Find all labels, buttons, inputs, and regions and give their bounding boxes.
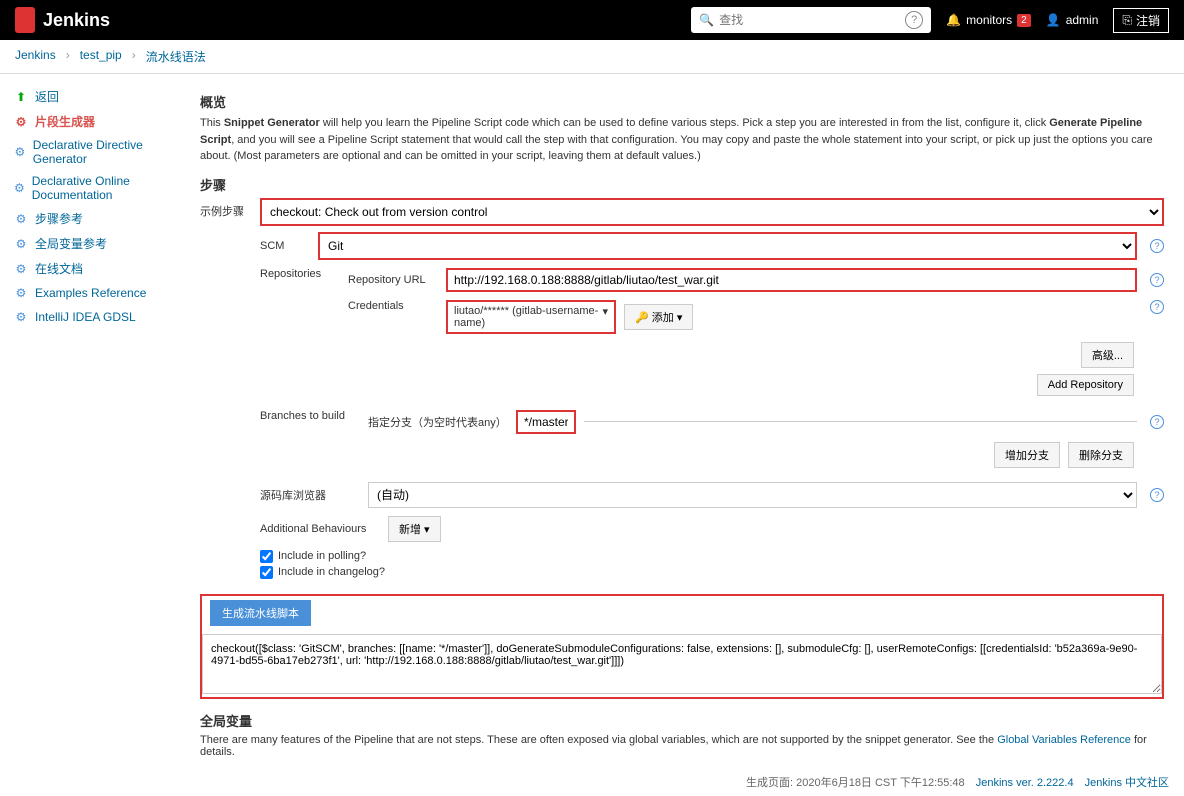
additional-behaviours-button[interactable]: 新增 ▾ (388, 516, 441, 542)
footer-version-link[interactable]: Jenkins ver. 2.222.4 (976, 777, 1074, 789)
gear-icon: ⚙ (13, 285, 29, 301)
search-box[interactable]: 🔍 ? (691, 7, 931, 33)
additional-label: Additional Behaviours (260, 523, 380, 535)
sidebar-item-gdsl[interactable]: ⚙ IntelliJ IDEA GDSL (5, 305, 185, 329)
search-help-icon[interactable]: ? (905, 11, 923, 29)
repo-browser-select[interactable]: (自动) (368, 482, 1137, 508)
script-section: 生成流水线脚本 checkout([$class: 'GitSCM', bran… (200, 594, 1164, 699)
repo-url-label: Repository URL (348, 274, 438, 286)
breadcrumb-item[interactable]: Jenkins (15, 48, 56, 65)
scm-label: SCM (260, 240, 310, 252)
search-input[interactable] (719, 13, 900, 27)
search-icon: 🔍 (699, 13, 714, 27)
arrow-up-icon: ⬆ (13, 89, 29, 105)
sidebar-item-directive[interactable]: ⚙ Declarative Directive Generator (5, 134, 185, 170)
branch-input[interactable] (516, 410, 576, 434)
sidebar-item-declarative-docs[interactable]: ⚙ Declarative Online Documentation (5, 170, 185, 206)
add-repository-button[interactable]: Add Repository (1037, 374, 1134, 396)
global-vars-link[interactable]: Global Variables Reference (997, 734, 1131, 746)
sample-step-select[interactable]: checkout: Check out from version control (260, 198, 1164, 226)
brand[interactable]: Jenkins (15, 7, 110, 33)
user-icon: 👤 (1046, 13, 1061, 27)
global-vars-text: There are many features of the Pipeline … (200, 734, 1164, 758)
footer-community-link[interactable]: Jenkins 中文社区 (1085, 777, 1169, 789)
repositories-label: Repositories (260, 268, 340, 280)
gear-icon: ⚙ (13, 180, 26, 196)
branch-spec-label: 指定分支（为空时代表any） (368, 414, 508, 430)
help-icon[interactable]: ? (1150, 300, 1164, 314)
credentials-label: Credentials (348, 300, 438, 312)
footer: 生成页面: 2020年6月18日 CST 下午12:55:48 Jenkins … (0, 768, 1184, 796)
include-polling-checkbox[interactable] (260, 550, 273, 563)
include-changelog-label: Include in changelog? (278, 566, 385, 578)
footer-timestamp: 生成页面: 2020年6月18日 CST 下午12:55:48 (746, 777, 965, 789)
scm-select[interactable]: Git (318, 232, 1137, 260)
sidebar-item-snippet[interactable]: ⚙ 片段生成器 (5, 109, 185, 134)
sidebar-item-global-vars[interactable]: ⚙ 全局变量参考 (5, 231, 185, 256)
gear-icon: ⚙ (13, 236, 29, 252)
user-link[interactable]: 👤 admin (1046, 13, 1099, 27)
main-content: 概览 This Snippet Generator will help you … (190, 74, 1184, 768)
advanced-button[interactable]: 高级... (1081, 342, 1134, 368)
sidebar-item-online-docs[interactable]: ⚙ 在线文档 (5, 256, 185, 281)
breadcrumb: Jenkins › test_pip › 流水线语法 (0, 40, 1184, 74)
gear-icon: ⚙ (13, 114, 29, 130)
help-icon[interactable]: ? (1150, 415, 1164, 429)
jenkins-logo-icon (15, 7, 35, 33)
sidebar-item-steps-ref[interactable]: ⚙ 步骤参考 (5, 206, 185, 231)
repo-browser-label: 源码库浏览器 (260, 487, 360, 503)
branches-label: Branches to build (260, 410, 360, 422)
intro-text: This Snippet Generator will help you lea… (200, 115, 1164, 165)
top-navbar: Jenkins 🔍 ? 🔔 monitors 2 👤 admin ⎘ 注销 (0, 0, 1184, 40)
include-changelog-checkbox[interactable] (260, 566, 273, 579)
monitors-badge: 2 (1017, 14, 1031, 27)
help-icon[interactable]: ? (1150, 239, 1164, 253)
add-branch-button[interactable]: 增加分支 (994, 442, 1060, 468)
sidebar-item-back[interactable]: ⬆ 返回 (5, 84, 185, 109)
gear-icon: ⚙ (13, 261, 29, 277)
chevron-down-icon: ▾ (602, 305, 608, 329)
gear-icon: ⚙ (13, 309, 29, 325)
credentials-select[interactable]: liutao/****** (gitlab-username-name)▾ (446, 300, 616, 334)
help-icon[interactable]: ? (1150, 488, 1164, 502)
bell-icon: 🔔 (946, 13, 961, 27)
include-polling-label: Include in polling? (278, 550, 366, 562)
delete-branch-button[interactable]: 删除分支 (1068, 442, 1134, 468)
breadcrumb-item[interactable]: test_pip (80, 48, 122, 65)
sidebar-item-examples[interactable]: ⚙ Examples Reference (5, 281, 185, 305)
logout-icon: ⎘ (1122, 13, 1132, 28)
gear-icon: ⚙ (13, 144, 27, 160)
script-output[interactable]: checkout([$class: 'GitSCM', branches: [[… (202, 634, 1162, 694)
monitors-link[interactable]: 🔔 monitors 2 (946, 13, 1031, 27)
help-icon[interactable]: ? (1150, 273, 1164, 287)
add-credentials-button[interactable]: 🔑 添加 ▾ (624, 304, 693, 330)
repo-url-input[interactable] (446, 268, 1137, 292)
sample-step-label: 示例步骤 (200, 198, 260, 219)
steps-title: 步骤 (200, 175, 1164, 194)
sidebar: ⬆ 返回 ⚙ 片段生成器 ⚙ Declarative Directive Gen… (0, 74, 190, 768)
breadcrumb-item[interactable]: 流水线语法 (146, 48, 206, 65)
jenkins-title: Jenkins (43, 10, 110, 31)
generate-script-button[interactable]: 生成流水线脚本 (210, 600, 311, 626)
overview-title: 概览 (200, 92, 1164, 111)
gear-icon: ⚙ (13, 211, 29, 227)
global-vars-title: 全局变量 (200, 711, 1164, 730)
logout-button[interactable]: ⎘ 注销 (1113, 8, 1169, 33)
